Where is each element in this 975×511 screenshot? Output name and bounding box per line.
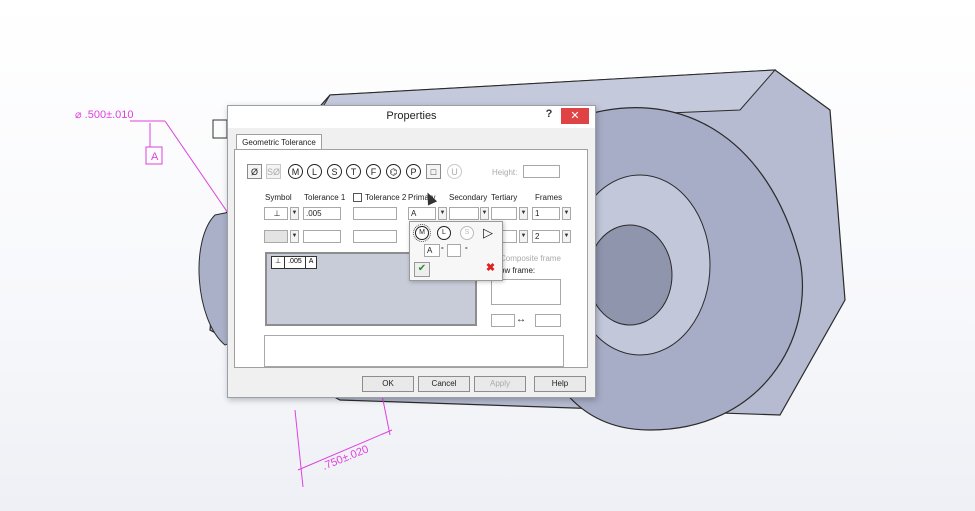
fcf-datum: A: [308, 258, 314, 265]
below-frame-label: ow frame:: [500, 266, 536, 275]
rfs-option-icon[interactable]: S: [460, 226, 474, 240]
tolerance2-input-row2[interactable]: [353, 230, 397, 243]
bore-inner: [587, 224, 673, 326]
cancel-button[interactable]: Cancel: [418, 376, 470, 392]
text-area[interactable]: [264, 335, 564, 367]
height-label: Height:: [492, 168, 518, 177]
tolerance1-header: Tolerance 1: [304, 193, 346, 202]
datum-label[interactable]: A: [151, 151, 159, 163]
help-button[interactable]: Help: [534, 376, 586, 392]
tolerance2-input-row1[interactable]: [353, 207, 397, 220]
secondary-input-row1[interactable]: [449, 207, 479, 220]
fcf-tolerance: .005: [285, 257, 306, 268]
symbol-select-row2[interactable]: [264, 230, 288, 243]
help-icon[interactable]: ?: [542, 108, 556, 124]
tolerance1-input-row1[interactable]: .005: [303, 207, 341, 220]
check-icon[interactable]: ✔: [414, 262, 430, 277]
tangent-plane-icon[interactable]: T: [346, 164, 361, 179]
fcf-symbol: ⊥: [272, 257, 286, 268]
frames-header: Frames: [535, 193, 563, 202]
apply-button[interactable]: Apply: [474, 376, 526, 392]
chevron-down-icon[interactable]: ▼: [519, 207, 528, 220]
chevron-down-icon[interactable]: ▼: [480, 207, 489, 220]
dimension-diameter[interactable]: ⌀ .500±.010: [75, 109, 134, 121]
close-icon[interactable]: ✖: [484, 262, 497, 275]
tertiary-input-row1[interactable]: [491, 207, 517, 220]
dimension-linear[interactable]: .750±.020: [321, 443, 371, 472]
primary-input-row1[interactable]: A: [408, 207, 436, 220]
close-icon[interactable]: ✕: [561, 108, 589, 124]
below-frame-input[interactable]: [491, 279, 561, 305]
between-right-input[interactable]: [535, 314, 561, 327]
height-input[interactable]: [523, 165, 560, 178]
tolerance1-input-row2[interactable]: [303, 230, 341, 243]
chevron-down-icon[interactable]: ▼: [290, 207, 299, 220]
square-icon[interactable]: □: [426, 164, 441, 179]
between-arrow-icon: ↔: [516, 314, 526, 325]
mmc-option-icon[interactable]: M: [413, 224, 431, 242]
chevron-down-icon[interactable]: ▼: [290, 230, 299, 243]
datum-input[interactable]: A: [424, 244, 440, 257]
separator-dash: -: [441, 243, 444, 252]
translation-option-icon[interactable]: ▷: [483, 225, 493, 241]
ok-button[interactable]: OK: [362, 376, 414, 392]
chevron-down-icon[interactable]: ▼: [562, 207, 571, 220]
chevron-down-icon[interactable]: ▼: [562, 230, 571, 243]
symbol-select-row1[interactable]: ⊥: [264, 207, 288, 220]
chevron-down-icon[interactable]: ▼: [438, 207, 447, 220]
diameter-icon[interactable]: Ø: [247, 164, 262, 179]
secondary-header: Secondary: [449, 193, 488, 202]
tertiary-header: Tertiary: [491, 193, 518, 202]
feature-control-frame: ⊥ .005 A: [271, 256, 318, 269]
rfs-icon[interactable]: S: [327, 164, 342, 179]
projected-zone-icon[interactable]: P: [406, 164, 421, 179]
tolerance2-checkbox[interactable]: [353, 193, 362, 202]
tolerance2-header: Tolerance 2: [365, 193, 407, 202]
separator-dash: -: [465, 243, 468, 252]
title-bar[interactable]: Properties ? ✕: [228, 106, 595, 128]
lmc-icon[interactable]: L: [307, 164, 322, 179]
unequal-icon[interactable]: U: [447, 164, 462, 179]
symbol-header: Symbol: [265, 193, 292, 202]
chevron-down-icon[interactable]: ▼: [519, 230, 528, 243]
mmc-icon[interactable]: M: [288, 164, 303, 179]
window-title: Properties: [386, 110, 437, 122]
spherical-diameter-icon[interactable]: SØ: [266, 164, 281, 179]
datum-input-2[interactable]: [447, 244, 461, 257]
composite-frame-label: Composite frame: [500, 254, 561, 263]
properties-dialog: Properties ? ✕ Geometric Tolerance Ø SØ …: [227, 105, 596, 398]
between-left-input[interactable]: [491, 314, 515, 327]
frames-input-row2[interactable]: 2: [532, 230, 560, 243]
statistical-icon[interactable]: ⌬: [386, 164, 401, 179]
frames-input-row1[interactable]: 1: [532, 207, 560, 220]
free-state-icon[interactable]: F: [366, 164, 381, 179]
lmc-option-icon[interactable]: L: [437, 226, 451, 240]
material-condition-popup: M L S ▷ A - - ✔ ✖: [409, 221, 503, 281]
